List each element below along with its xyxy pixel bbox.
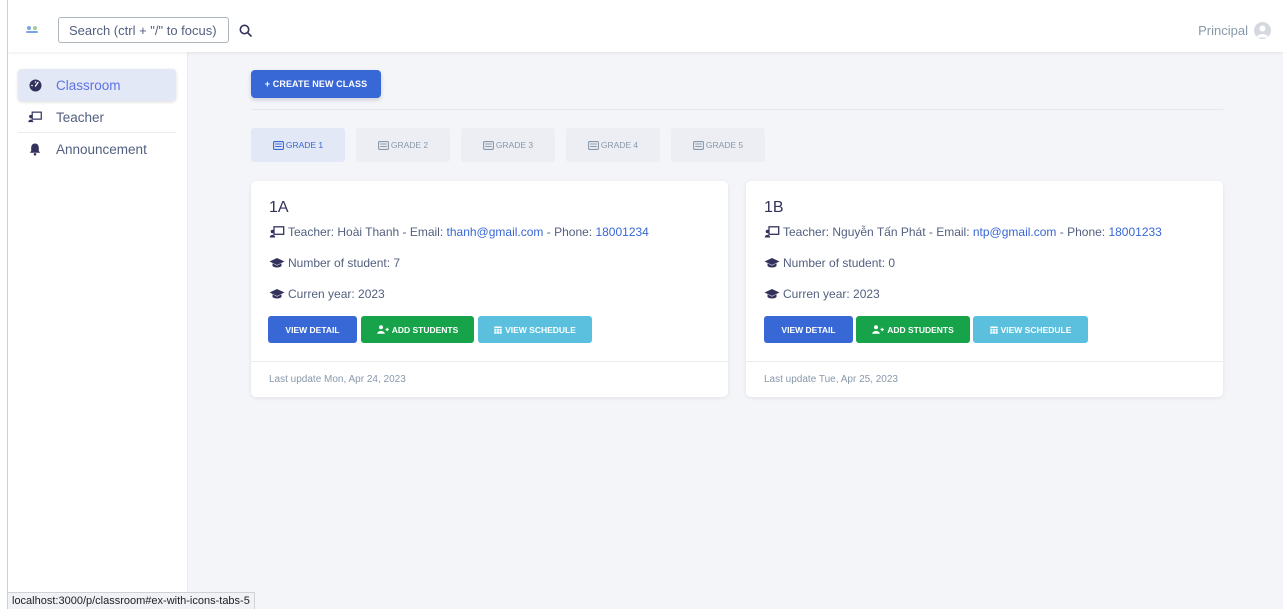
avatar: [1254, 21, 1271, 39]
window-frame-top: [0, 0, 1283, 8]
sidebar-item-classroom[interactable]: Classroom: [18, 69, 176, 101]
view-schedule-button[interactable]: VIEW SCHEDULE: [478, 316, 592, 343]
graduation-cap-icon: [269, 288, 285, 300]
view-detail-button[interactable]: VIEW DETAIL: [268, 316, 357, 343]
class-card-1b: 1B Teacher: Nguyễn Tấn Phát - Email: ntp…: [746, 181, 1223, 397]
student-count: Number of student: 0: [764, 256, 895, 270]
search-box: [58, 17, 229, 43]
class-name: 1A: [269, 199, 289, 216]
last-update: Last update Mon, Apr 24, 2023: [269, 374, 406, 385]
tab-label: GRADE 4: [600, 140, 639, 150]
tab-label: GRADE 1: [285, 140, 324, 150]
current-year-text: Curren year: 2023: [288, 287, 385, 301]
sidebar-item-announcement[interactable]: Announcement: [18, 133, 176, 165]
teacher-text: Teacher: Nguyễn Tấn Phát - Email:: [783, 225, 973, 239]
id-card-icon: [482, 140, 494, 150]
sidebar-item-label: Teacher: [56, 109, 105, 125]
tab-grade-2[interactable]: GRADE 2: [356, 128, 450, 162]
id-card-icon: [272, 140, 284, 150]
tab-label: GRADE 3: [495, 140, 534, 150]
sidebar-item-label: Classroom: [56, 77, 121, 93]
class-card-1a: 1A Teacher: Hoài Thanh - Email: thanh@gm…: [251, 181, 728, 397]
add-students-button[interactable]: ADD STUDENTS: [361, 316, 474, 343]
tab-label: GRADE 2: [390, 140, 429, 150]
status-bar-url: localhost:3000/p/classroom#ex-with-icons…: [8, 592, 255, 609]
bell-icon: [28, 142, 42, 156]
view-schedule-button[interactable]: VIEW SCHEDULE: [973, 316, 1088, 343]
tab-grade-5[interactable]: GRADE 5: [671, 128, 765, 162]
calendar-icon: [494, 326, 502, 334]
graduation-cap-icon: [764, 257, 780, 269]
graduation-cap-icon: [269, 257, 285, 269]
teacher-phone-link[interactable]: 18001233: [1108, 225, 1161, 239]
teacher-phone-link[interactable]: 18001234: [595, 225, 648, 239]
calendar-icon: [989, 326, 998, 334]
last-update: Last update Tue, Apr 25, 2023: [764, 374, 898, 385]
teacher-text: Teacher: Hoài Thanh - Email:: [288, 225, 447, 239]
student-count-text: Number of student: 7: [288, 256, 401, 270]
user-plus-icon: [376, 325, 389, 334]
search-input[interactable]: [69, 22, 228, 38]
current-year: Curren year: 2023: [764, 287, 880, 301]
sidebar-item-teacher[interactable]: Teacher: [18, 101, 176, 133]
sidebar: Classroom Teacher Announcement: [8, 52, 188, 609]
chalkboard-teacher-icon: [269, 226, 285, 238]
teacher-info: Teacher: Hoài Thanh - Email: thanh@gmail…: [269, 225, 649, 239]
tab-grade-1[interactable]: GRADE 1: [251, 128, 345, 162]
student-count: Number of student: 7: [269, 256, 400, 270]
current-year: Curren year: 2023: [269, 287, 385, 301]
graduation-cap-icon: [764, 288, 780, 300]
chalkboard-teacher-icon: [764, 226, 780, 238]
brand-logo[interactable]: [21, 23, 43, 37]
teacher-email-link[interactable]: ntp@gmail.com: [973, 225, 1057, 239]
divider: [251, 109, 1223, 110]
button-label: VIEW DETAIL: [781, 324, 836, 335]
chalkboard-teacher-icon: [28, 110, 42, 124]
create-new-class-button[interactable]: + CREATE NEW CLASS: [251, 70, 381, 98]
teacher-info: Teacher: Nguyễn Tấn Phát - Email: ntp@gm…: [764, 225, 1162, 239]
button-label: VIEW SCHEDULE: [505, 324, 576, 335]
teacher-email-link[interactable]: thanh@gmail.com: [447, 225, 544, 239]
user-name: Principal: [1198, 22, 1248, 38]
tab-label: GRADE 5: [705, 140, 744, 150]
sidebar-item-label: Announcement: [56, 141, 147, 157]
id-card-icon: [692, 140, 704, 150]
button-label: VIEW DETAIL: [285, 324, 340, 335]
window-frame-left: [0, 0, 8, 609]
top-navbar: Principal: [8, 8, 1283, 52]
student-count-text: Number of student: 0: [783, 256, 896, 270]
phone-label: - Phone:: [1056, 225, 1109, 239]
user-plus-icon: [872, 325, 885, 334]
id-card-icon: [377, 140, 389, 150]
class-name: 1B: [764, 199, 784, 216]
card-footer-divider: [251, 361, 728, 362]
current-year-text: Curren year: 2023: [783, 287, 880, 301]
card-footer-divider: [746, 361, 1223, 362]
phone-label: - Phone:: [543, 225, 596, 239]
add-students-button[interactable]: ADD STUDENTS: [856, 316, 970, 343]
button-label: ADD STUDENTS: [391, 324, 459, 335]
search-icon[interactable]: [237, 22, 253, 38]
user-menu[interactable]: Principal: [1198, 21, 1271, 39]
id-card-icon: [587, 140, 599, 150]
gauge-icon: [28, 78, 42, 92]
tab-grade-3[interactable]: GRADE 3: [461, 128, 555, 162]
button-label: ADD STUDENTS: [887, 324, 954, 335]
view-detail-button[interactable]: VIEW DETAIL: [764, 316, 853, 343]
button-label: VIEW SCHEDULE: [1000, 324, 1072, 335]
tab-grade-4[interactable]: GRADE 4: [566, 128, 660, 162]
